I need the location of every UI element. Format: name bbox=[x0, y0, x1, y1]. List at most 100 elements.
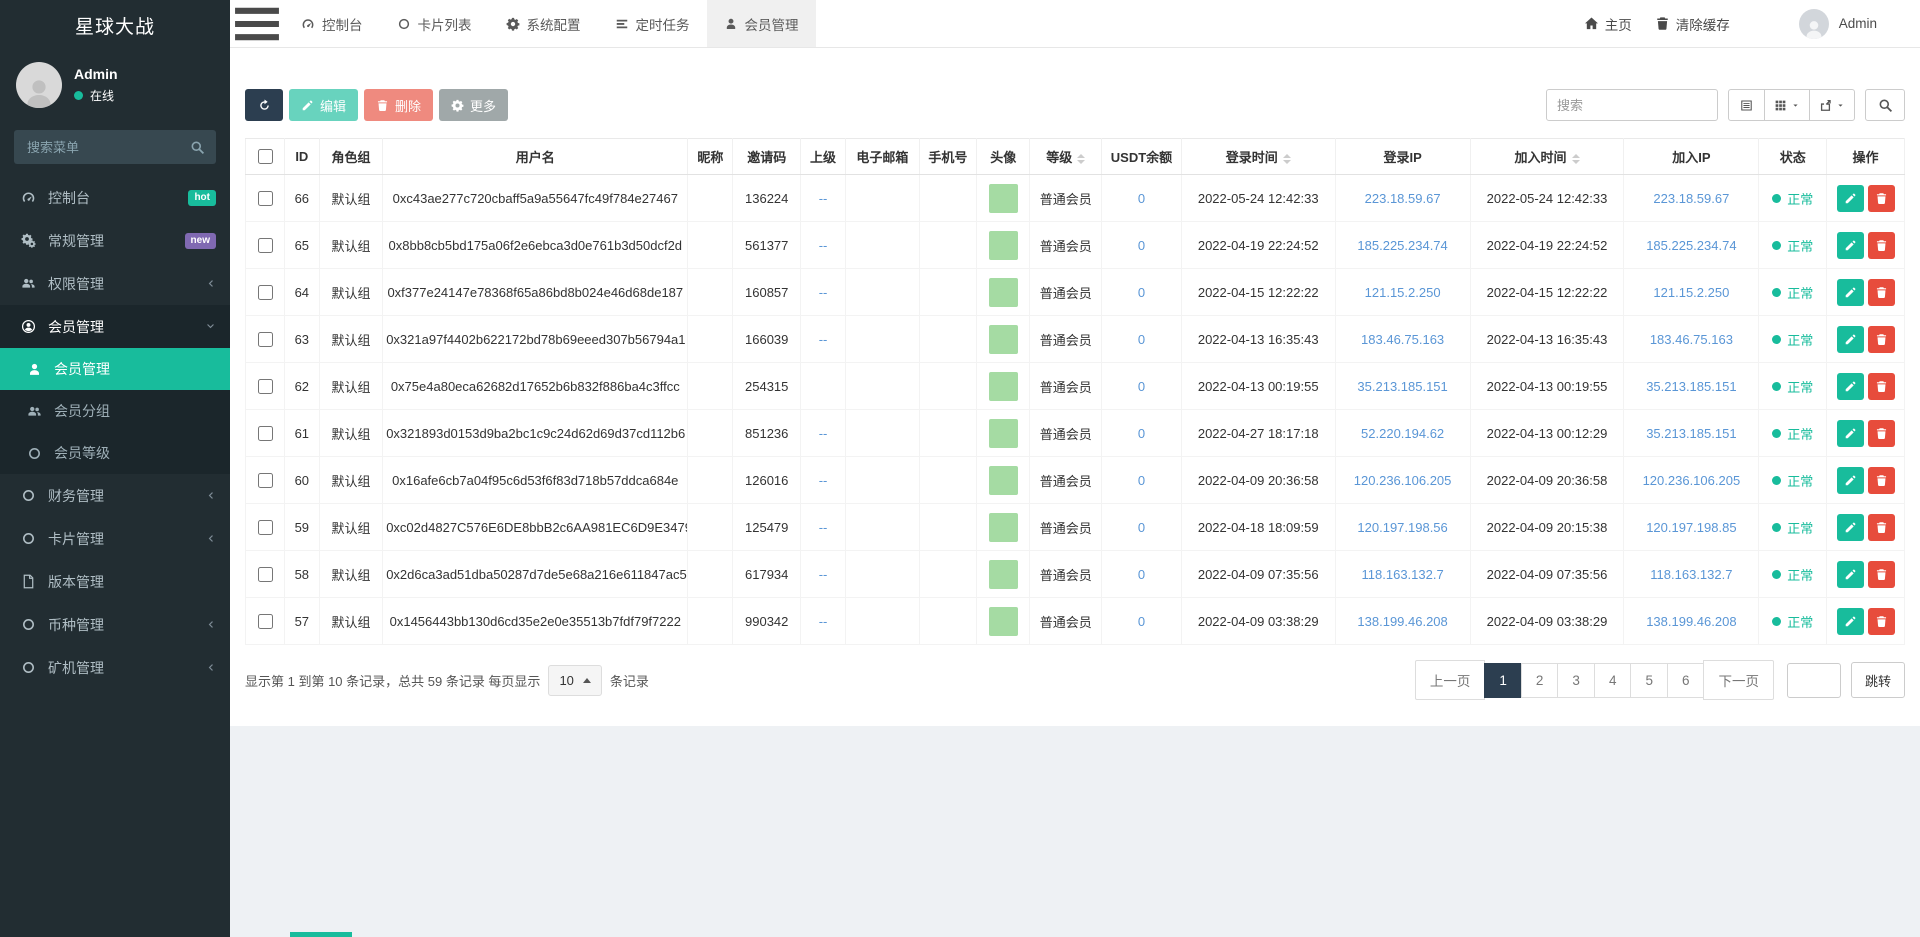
menu-toggle-icon[interactable] bbox=[230, 0, 284, 47]
cell-link[interactable]: -- bbox=[819, 426, 828, 441]
sidebar-item-general[interactable]: 常规管理new bbox=[0, 219, 230, 262]
avatar-image[interactable] bbox=[989, 325, 1018, 354]
cell-link[interactable]: 0 bbox=[1138, 614, 1145, 629]
avatar-image[interactable] bbox=[989, 372, 1018, 401]
cell-link[interactable]: 223.18.59.67 bbox=[1653, 191, 1729, 206]
cell-link[interactable]: 35.213.185.151 bbox=[1646, 379, 1736, 394]
cell-link[interactable]: 138.199.46.208 bbox=[1646, 614, 1736, 629]
page-1[interactable]: 1 bbox=[1484, 663, 1522, 698]
sidebar-item-member-list[interactable]: 会员管理 bbox=[0, 348, 230, 390]
delete-row-button[interactable] bbox=[1868, 514, 1895, 541]
cell-link[interactable]: 35.213.185.151 bbox=[1357, 379, 1447, 394]
tab-member[interactable]: 会员管理 bbox=[707, 0, 816, 47]
sidebar-item-version[interactable]: 版本管理 bbox=[0, 560, 230, 603]
delete-row-button[interactable] bbox=[1868, 608, 1895, 635]
row-checkbox[interactable] bbox=[258, 426, 273, 441]
row-checkbox[interactable] bbox=[258, 379, 273, 394]
sidebar-item-finance[interactable]: 财务管理 bbox=[0, 474, 230, 517]
more-button[interactable]: 更多 bbox=[439, 89, 508, 121]
row-checkbox[interactable] bbox=[258, 567, 273, 582]
avatar-image[interactable] bbox=[989, 184, 1018, 213]
delete-row-button[interactable] bbox=[1868, 420, 1895, 447]
avatar-image[interactable] bbox=[989, 278, 1018, 307]
cell-link[interactable]: 0 bbox=[1138, 285, 1145, 300]
avatar-image[interactable] bbox=[989, 513, 1018, 542]
cell-link[interactable]: -- bbox=[819, 473, 828, 488]
avatar-image[interactable] bbox=[989, 419, 1018, 448]
tab-console[interactable]: 控制台 bbox=[284, 0, 380, 47]
cell-link[interactable]: -- bbox=[819, 191, 828, 206]
row-checkbox[interactable] bbox=[258, 473, 273, 488]
delete-button[interactable]: 删除 bbox=[364, 89, 433, 121]
edit-row-button[interactable] bbox=[1837, 232, 1864, 259]
page-6[interactable]: 6 bbox=[1667, 663, 1705, 698]
delete-row-button[interactable] bbox=[1868, 467, 1895, 494]
cell-link[interactable]: 118.163.132.7 bbox=[1650, 567, 1732, 582]
refresh-button[interactable] bbox=[245, 89, 283, 121]
menu-search-input[interactable] bbox=[25, 139, 190, 156]
tab-card-list[interactable]: 卡片列表 bbox=[380, 0, 489, 47]
row-checkbox[interactable] bbox=[258, 285, 273, 300]
columns-button[interactable] bbox=[1764, 89, 1810, 121]
avatar-image[interactable] bbox=[989, 607, 1018, 636]
cell-link[interactable]: 120.197.198.56 bbox=[1357, 520, 1447, 535]
cell-link[interactable]: 0 bbox=[1138, 520, 1145, 535]
cell-link[interactable]: 0 bbox=[1138, 379, 1145, 394]
export-button[interactable] bbox=[1809, 89, 1855, 121]
row-checkbox[interactable] bbox=[258, 191, 273, 206]
cell-link[interactable]: 183.46.75.163 bbox=[1650, 332, 1733, 347]
cell-link[interactable]: 121.15.2.250 bbox=[1653, 285, 1729, 300]
sidebar-item-card[interactable]: 卡片管理 bbox=[0, 517, 230, 560]
avatar-image[interactable] bbox=[989, 560, 1018, 589]
row-checkbox[interactable] bbox=[258, 238, 273, 253]
page-2[interactable]: 2 bbox=[1521, 663, 1559, 698]
cell-link[interactable]: 185.225.234.74 bbox=[1357, 238, 1447, 253]
cell-link[interactable]: 0 bbox=[1138, 332, 1145, 347]
delete-row-button[interactable] bbox=[1868, 373, 1895, 400]
cell-link[interactable]: 120.236.106.205 bbox=[1643, 473, 1741, 488]
column-header[interactable]: 加入时间 bbox=[1470, 139, 1624, 175]
avatar-image[interactable] bbox=[989, 231, 1018, 260]
edit-row-button[interactable] bbox=[1837, 514, 1864, 541]
edit-row-button[interactable] bbox=[1837, 608, 1864, 635]
edit-row-button[interactable] bbox=[1837, 561, 1864, 588]
sidebar-item-permission[interactable]: 权限管理 bbox=[0, 262, 230, 305]
search-button[interactable] bbox=[1865, 89, 1905, 121]
edit-row-button[interactable] bbox=[1837, 420, 1864, 447]
sidebar-item-member[interactable]: 会员管理 bbox=[0, 305, 230, 348]
jump-page-input[interactable] bbox=[1787, 663, 1841, 698]
delete-row-button[interactable] bbox=[1868, 185, 1895, 212]
edit-row-button[interactable] bbox=[1837, 373, 1864, 400]
edit-row-button[interactable] bbox=[1837, 326, 1864, 353]
page-prev[interactable]: 上一页 bbox=[1415, 660, 1486, 700]
edit-row-button[interactable] bbox=[1837, 279, 1864, 306]
cell-link[interactable]: 183.46.75.163 bbox=[1361, 332, 1444, 347]
cell-link[interactable]: 121.15.2.250 bbox=[1365, 285, 1441, 300]
cell-link[interactable]: 223.18.59.67 bbox=[1365, 191, 1441, 206]
cell-link[interactable]: 118.163.132.7 bbox=[1362, 567, 1444, 582]
cell-link[interactable]: 120.236.106.205 bbox=[1354, 473, 1452, 488]
sidebar-item-miner[interactable]: 矿机管理 bbox=[0, 646, 230, 689]
cell-link[interactable]: 0 bbox=[1138, 567, 1145, 582]
cell-link[interactable]: 0 bbox=[1138, 473, 1145, 488]
sidebar-item-console[interactable]: 控制台hot bbox=[0, 176, 230, 219]
cell-link[interactable]: 52.220.194.62 bbox=[1361, 426, 1444, 441]
select-all-checkbox[interactable] bbox=[258, 149, 273, 164]
cell-link[interactable]: 0 bbox=[1138, 191, 1145, 206]
delete-row-button[interactable] bbox=[1868, 279, 1895, 306]
home-link[interactable]: 主页 bbox=[1584, 14, 1632, 34]
cell-link[interactable]: 0 bbox=[1138, 426, 1145, 441]
column-header[interactable]: 等级 bbox=[1030, 139, 1102, 175]
sidebar-item-member-level[interactable]: 会员等级 bbox=[0, 432, 230, 474]
sidebar-item-coin[interactable]: 币种管理 bbox=[0, 603, 230, 646]
cell-link[interactable]: 0 bbox=[1138, 238, 1145, 253]
cell-link[interactable]: -- bbox=[819, 332, 828, 347]
delete-row-button[interactable] bbox=[1868, 561, 1895, 588]
table-search-input[interactable] bbox=[1546, 89, 1718, 121]
row-checkbox[interactable] bbox=[258, 332, 273, 347]
page-next[interactable]: 下一页 bbox=[1703, 660, 1774, 700]
page-size-select[interactable]: 10 bbox=[548, 665, 601, 696]
cell-link[interactable]: -- bbox=[819, 567, 828, 582]
tab-cron-tasks[interactable]: 定时任务 bbox=[598, 0, 707, 47]
edit-row-button[interactable] bbox=[1837, 467, 1864, 494]
